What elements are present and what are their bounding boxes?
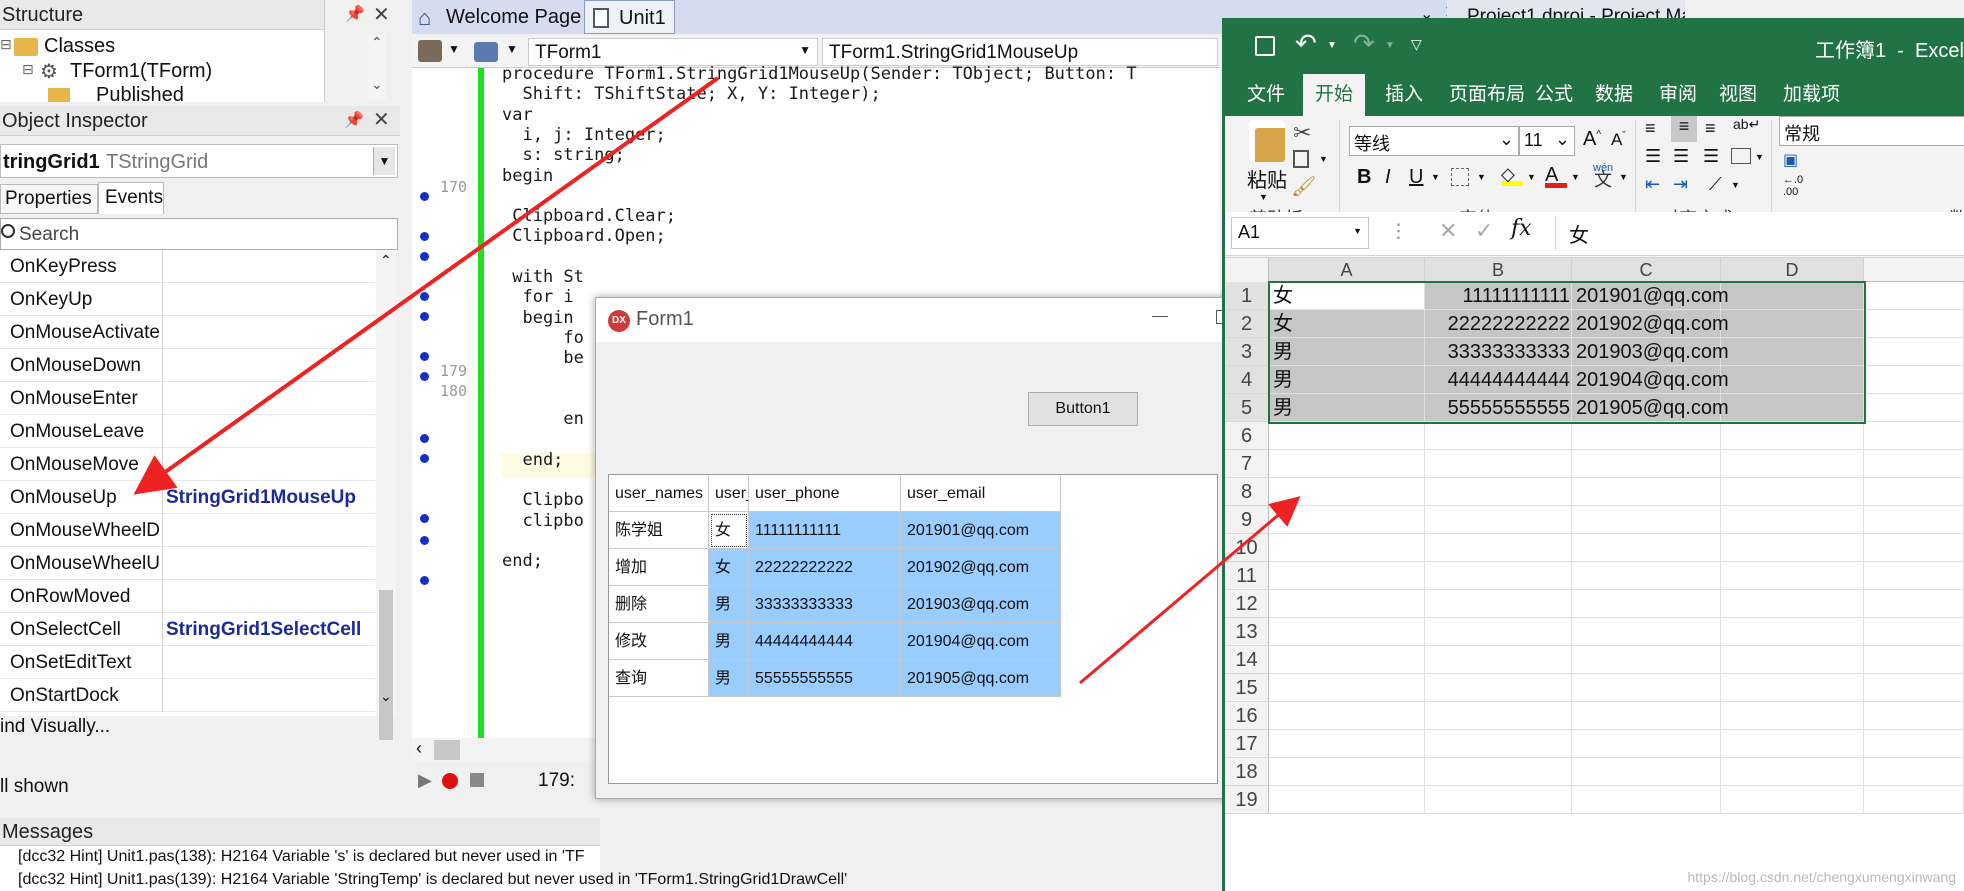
arrow-to-onmouseup xyxy=(133,76,720,495)
annotation-arrows xyxy=(133,76,1301,685)
arrow-to-excel xyxy=(1079,496,1301,685)
